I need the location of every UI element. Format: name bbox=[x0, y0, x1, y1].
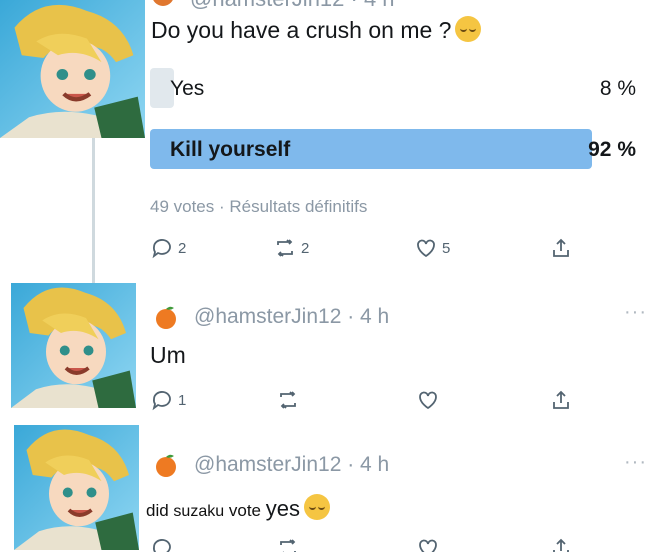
text-overlay: suzaku bbox=[173, 503, 225, 520]
reply-button[interactable]: 1 bbox=[150, 386, 186, 414]
reply-button[interactable]: 2 bbox=[150, 234, 186, 262]
retweet-icon bbox=[280, 391, 296, 409]
text-end: yes bbox=[265, 496, 300, 521]
tweet-text: Um bbox=[150, 342, 186, 368]
heart-icon bbox=[419, 391, 437, 410]
share-button[interactable] bbox=[549, 386, 573, 414]
pleading-face-icon bbox=[455, 16, 482, 42]
like-button[interactable] bbox=[416, 386, 440, 414]
poll-option: Kill yourself 92 % bbox=[150, 129, 640, 169]
like-count: 5 bbox=[442, 239, 451, 257]
poll-option-label: Kill yourself bbox=[170, 138, 291, 161]
reply-count: 2 bbox=[178, 239, 187, 257]
tweet-actions: 2 2 5 bbox=[150, 234, 590, 262]
poll-option-percent: 92 % bbox=[588, 138, 636, 161]
avatar[interactable] bbox=[14, 425, 139, 550]
reply-icon bbox=[152, 239, 171, 259]
retweet-icon bbox=[277, 239, 293, 257]
orange-fruit-icon bbox=[156, 454, 176, 477]
like-button[interactable]: 5 bbox=[414, 234, 450, 262]
heart-icon bbox=[417, 239, 435, 258]
poll-option-percent: 8 % bbox=[599, 77, 636, 100]
tweet-text: Do you have a crush on me ? bbox=[151, 16, 482, 44]
retweet-count: 2 bbox=[301, 239, 310, 257]
orange-fruit-icon bbox=[156, 306, 176, 329]
share-icon bbox=[553, 238, 569, 257]
poll-meta: 49 votes · Résultats définitifs bbox=[150, 197, 368, 216]
heart-icon bbox=[419, 539, 437, 552]
like-button[interactable] bbox=[416, 534, 440, 552]
reply-icon bbox=[152, 539, 171, 552]
tweet-text: did suzaku vote yes bbox=[146, 494, 330, 522]
thread-connector-line bbox=[92, 130, 95, 290]
share-icon bbox=[553, 538, 569, 552]
reply-button[interactable] bbox=[150, 534, 174, 552]
more-options-icon[interactable]: ··· bbox=[624, 301, 647, 324]
share-button[interactable] bbox=[549, 534, 573, 552]
more-options-icon[interactable]: ··· bbox=[624, 451, 647, 474]
orange-fruit-icon bbox=[152, 0, 174, 6]
poll-option: Yes 8 % bbox=[150, 68, 640, 108]
avatar[interactable] bbox=[0, 0, 145, 138]
retweet-icon bbox=[280, 539, 296, 552]
share-icon bbox=[553, 390, 569, 409]
retweet-button[interactable] bbox=[276, 534, 300, 552]
reply-count: 1 bbox=[178, 391, 187, 409]
avatar[interactable] bbox=[11, 283, 136, 408]
user-handle[interactable]: @hamsterJin12 · 4 h bbox=[194, 305, 389, 329]
user-handle[interactable]: @hamsterJin12 · 4 h bbox=[194, 453, 389, 477]
retweet-button[interactable]: 2 bbox=[273, 234, 309, 262]
retweet-button[interactable] bbox=[276, 386, 300, 414]
share-button[interactable] bbox=[549, 234, 573, 262]
tweet-actions bbox=[150, 534, 590, 552]
text-middle: vote bbox=[228, 501, 261, 520]
poll-option-label: Yes bbox=[170, 77, 205, 100]
pleading-face-icon bbox=[303, 494, 330, 520]
reply-icon bbox=[152, 391, 171, 411]
tweet-actions: 1 bbox=[150, 386, 590, 414]
user-handle[interactable]: @hamsterJin12 · 4 h bbox=[190, 0, 395, 12]
text-prefix: did bbox=[146, 501, 169, 520]
